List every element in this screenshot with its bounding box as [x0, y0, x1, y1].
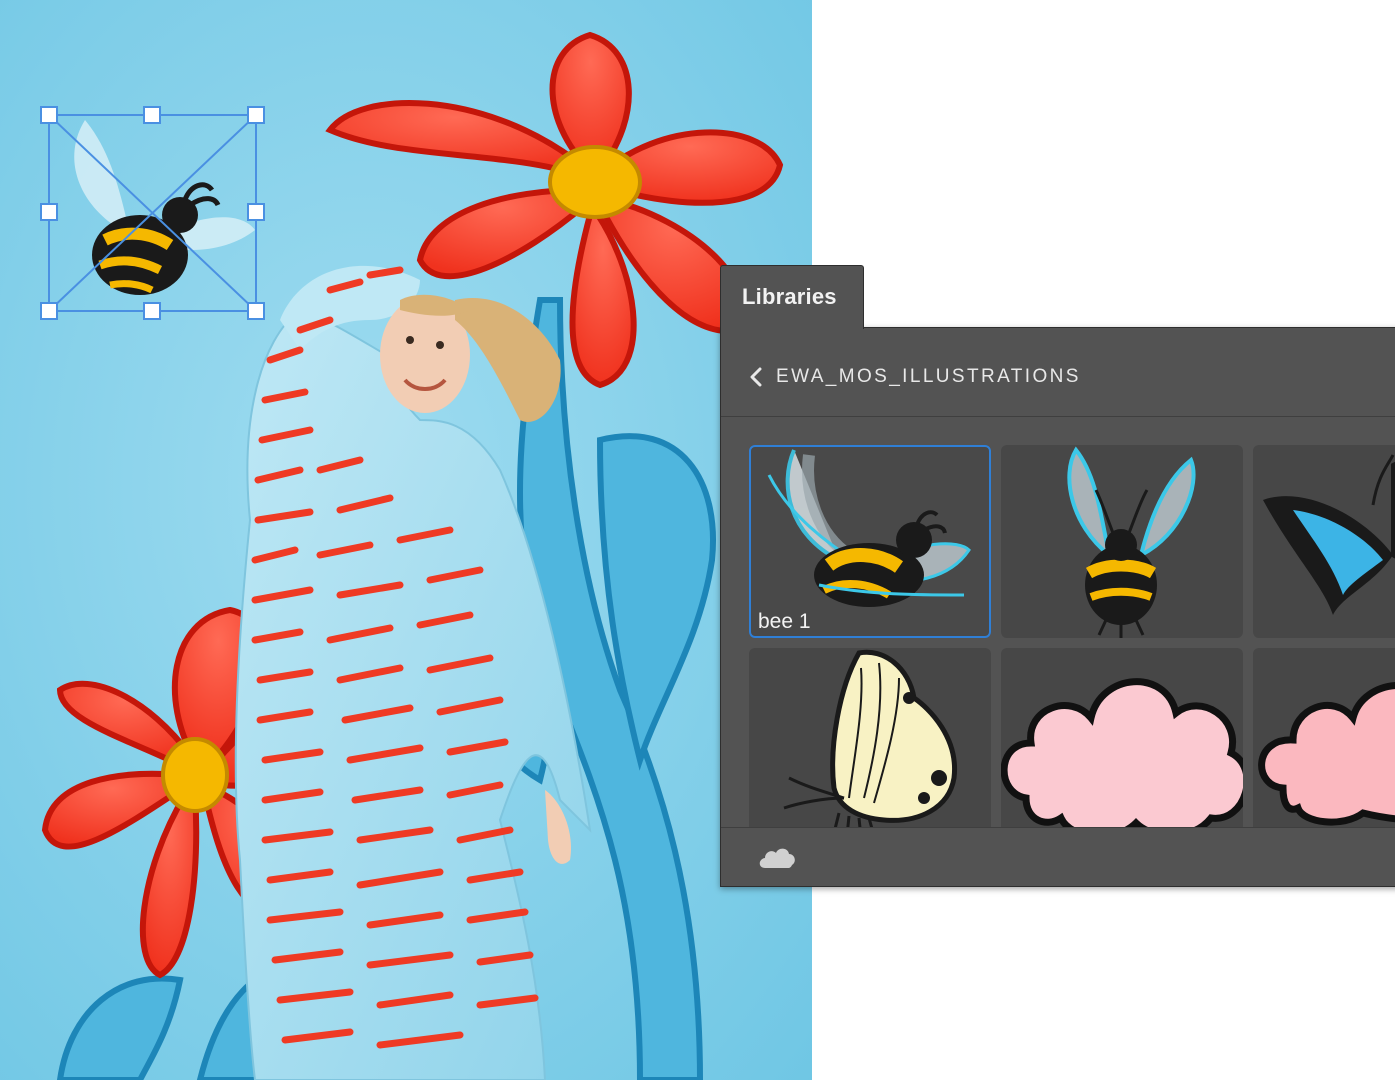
asset-tile-yellow-butterfly[interactable] [749, 648, 991, 828]
asset-tile-pink-cloud[interactable] [1001, 648, 1243, 828]
library-name: EWA_MOS_ILLUSTRATIONS [776, 366, 1081, 387]
resize-handle-bottom-right [247, 302, 265, 320]
pink-cloud-icon [1001, 678, 1243, 828]
resize-handle-bottom [143, 302, 161, 320]
pink-cloud-icon [1258, 682, 1395, 826]
libraries-panel-body: EWA_MOS_ILLUSTRATIONS bee 1 [720, 327, 1395, 887]
asset-tile-bee-front[interactable] [1001, 445, 1243, 638]
bee-front-icon [1067, 446, 1196, 638]
resize-handle-bottom-left [40, 302, 58, 320]
libraries-panel: Libraries EWA_MOS_ILLUSTRATIONS bee 1 [720, 265, 1395, 887]
library-header: EWA_MOS_ILLUSTRATIONS [721, 328, 1395, 417]
resize-handle-right [247, 203, 265, 221]
panel-footer [721, 827, 1395, 886]
resize-handle-top [143, 106, 161, 124]
asset-grid: bee 1 [749, 445, 1395, 828]
resize-handle-top-left [40, 106, 58, 124]
asset-label: bee 1 [758, 610, 811, 633]
cloud-icon[interactable] [757, 844, 797, 870]
artboard-canvas[interactable] [0, 0, 812, 1080]
resize-handle-left [40, 203, 58, 221]
asset-tile-bee-1[interactable]: bee 1 [749, 445, 991, 638]
tab-libraries-label: Libraries [742, 284, 837, 309]
resize-handle-top-right [247, 106, 265, 124]
asset-tile-pink-cloud-2[interactable] [1253, 648, 1395, 828]
yellow-butterfly-icon [783, 649, 958, 828]
back-chevron-icon[interactable] [746, 366, 768, 388]
blue-butterfly-icon [1263, 454, 1395, 615]
asset-tile-blue-butterfly[interactable] [1253, 445, 1395, 638]
tab-libraries[interactable]: Libraries [720, 265, 864, 329]
